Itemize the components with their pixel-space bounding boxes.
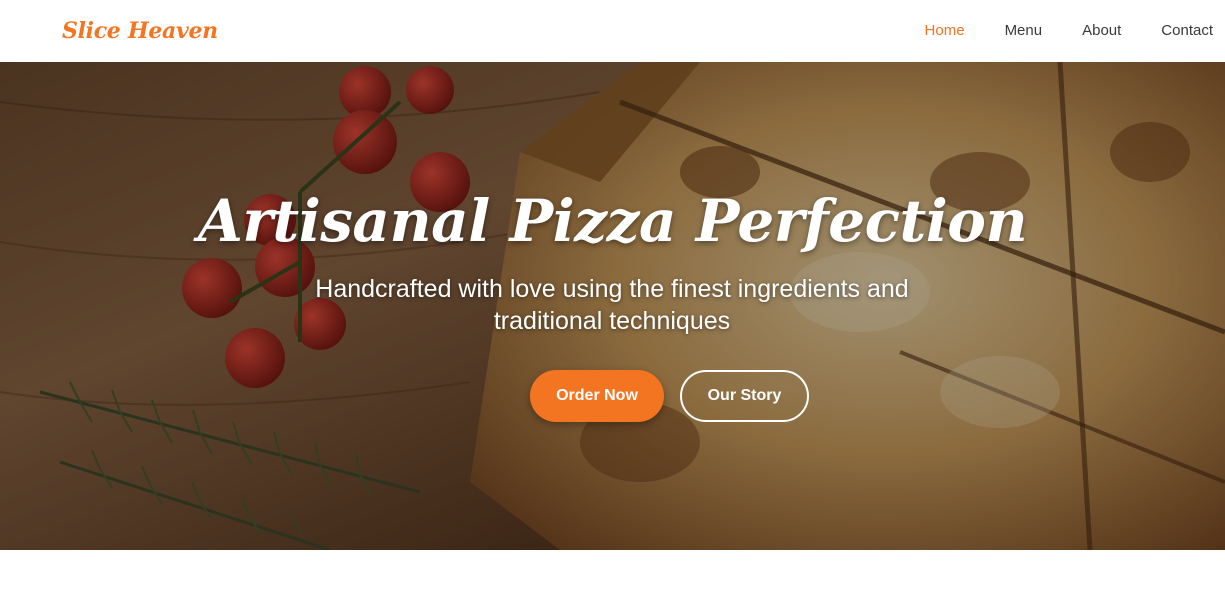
- nav-link-home[interactable]: Home: [925, 0, 965, 62]
- hero-title: Artisanal Pizza Perfection: [197, 187, 1028, 255]
- main-nav: Home Menu About Contact: [885, 0, 1213, 62]
- hero-content: Artisanal Pizza Perfection Handcrafted w…: [0, 62, 1225, 550]
- our-story-button[interactable]: Our Story: [680, 370, 809, 422]
- hero-subtitle: Handcrafted with love using the finest i…: [315, 275, 909, 335]
- nav-link-menu[interactable]: Menu: [1005, 0, 1043, 62]
- brand-logo[interactable]: Slice Heaven: [62, 18, 218, 44]
- site-header: Slice Heaven Home Menu About Contact: [0, 0, 1225, 62]
- order-now-button[interactable]: Order Now: [530, 370, 664, 422]
- nav-link-about[interactable]: About: [1082, 0, 1121, 62]
- hero-section: Artisanal Pizza Perfection Handcrafted w…: [0, 62, 1225, 550]
- nav-link-contact[interactable]: Contact: [1161, 0, 1213, 62]
